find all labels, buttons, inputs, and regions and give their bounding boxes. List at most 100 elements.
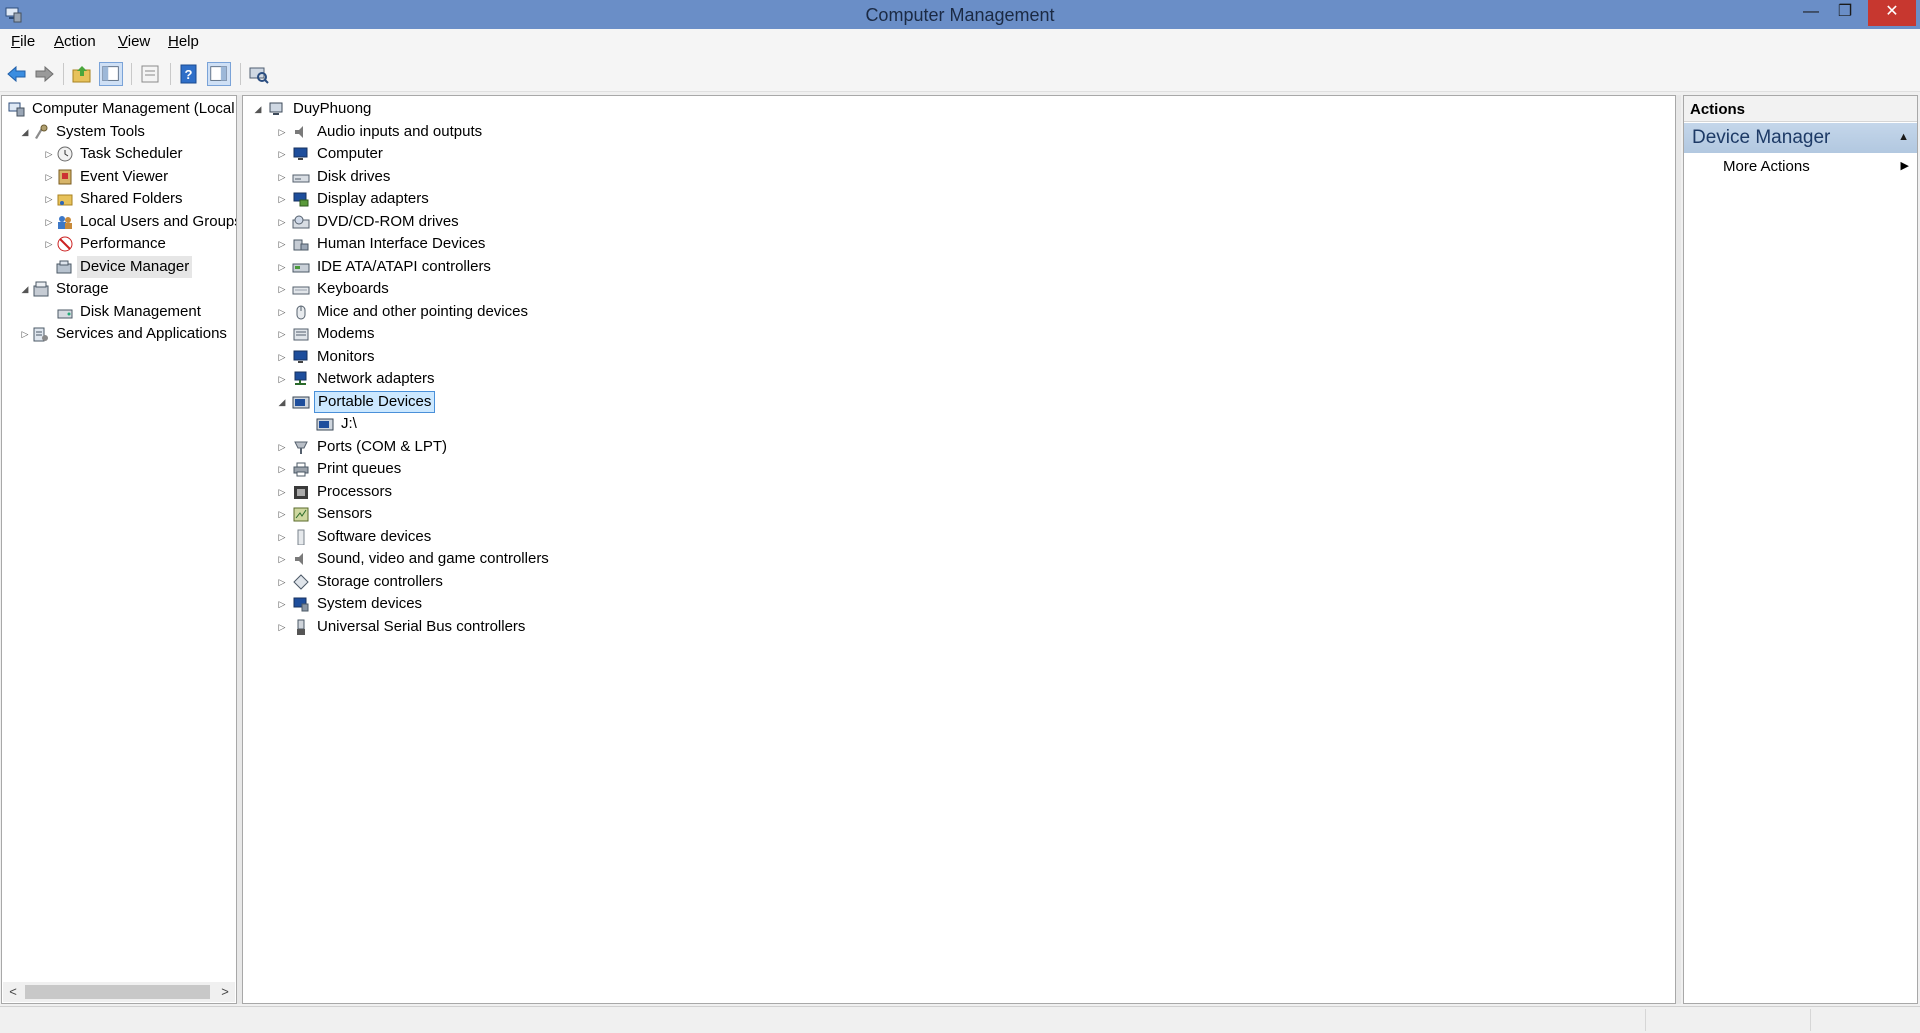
expand-triangle-icon[interactable]: ▷: [44, 166, 54, 188]
forward-arrow-icon[interactable]: [32, 62, 56, 86]
expand-triangle-icon[interactable]: ▷: [277, 278, 287, 300]
console-tree-item[interactable]: ▷ Local Users and Groups: [2, 211, 236, 233]
console-tree-item[interactable]: ▷ Services and Applications: [2, 323, 236, 345]
up-folder-icon[interactable]: [70, 62, 94, 86]
device-category[interactable]: ◢ Portable Devices: [243, 390, 1643, 413]
console-tree-item[interactable]: ◢ Storage: [2, 278, 236, 300]
device-tree-root[interactable]: ◢ DuyPhuong: [243, 98, 1643, 120]
pane-splitter[interactable]: [1676, 95, 1681, 1004]
console-tree-label: System Tools: [56, 122, 145, 140]
console-tree-item[interactable]: Disk Management: [2, 301, 236, 323]
console-tree-item[interactable]: Computer Management (Local: [2, 98, 236, 120]
expand-triangle-icon[interactable]: ▷: [277, 436, 287, 458]
expand-triangle-icon[interactable]: ▷: [277, 616, 287, 638]
collapse-up-icon[interactable]: ▲: [1898, 131, 1909, 143]
disk-drive-icon: [292, 169, 310, 185]
console-tree-item[interactable]: ◢ System Tools: [2, 121, 236, 143]
minimize-button[interactable]: —: [1796, 0, 1826, 26]
printer-icon: [292, 461, 310, 477]
menu-help-label: elp: [178, 33, 199, 50]
actions-section-device-manager[interactable]: Device Manager ▲: [1684, 123, 1917, 153]
expand-triangle-icon[interactable]: ▷: [277, 593, 287, 615]
device-category[interactable]: ▷ Human Interface Devices: [243, 233, 1643, 255]
expand-triangle-icon[interactable]: ▷: [277, 481, 287, 503]
device-category[interactable]: ▷ System devices: [243, 593, 1643, 615]
scroll-right-icon[interactable]: >: [217, 982, 233, 1002]
expand-triangle-icon[interactable]: ▷: [277, 346, 287, 368]
properties-icon[interactable]: [138, 62, 162, 86]
close-button[interactable]: ✕: [1868, 0, 1916, 26]
expand-triangle-icon[interactable]: ▷: [20, 323, 30, 345]
expand-triangle-icon[interactable]: ▷: [277, 166, 287, 188]
device-category[interactable]: ▷ Storage controllers: [243, 571, 1643, 593]
device-category[interactable]: ▷ IDE ATA/ATAPI controllers: [243, 256, 1643, 278]
menu-file[interactable]: File: [11, 33, 35, 50]
port-icon: [292, 439, 310, 455]
help-icon[interactable]: ?: [177, 62, 201, 86]
menu-help-accesskey: H: [168, 33, 179, 50]
expand-triangle-icon[interactable]: ▷: [277, 323, 287, 345]
collapse-triangle-icon[interactable]: ◢: [20, 121, 30, 143]
expand-triangle-icon[interactable]: ▷: [277, 256, 287, 278]
menu-view[interactable]: View: [118, 33, 150, 50]
expand-triangle-icon[interactable]: ▷: [277, 548, 287, 570]
expand-triangle-icon[interactable]: ▷: [277, 143, 287, 165]
more-actions-item[interactable]: More Actions ▶: [1684, 156, 1917, 178]
console-tree-item[interactable]: ▷ Event Viewer: [2, 166, 236, 188]
device-category[interactable]: ▷ Sensors: [243, 503, 1643, 525]
actions-section-title: Device Manager: [1692, 127, 1831, 148]
device-category[interactable]: ▷ Mice and other pointing devices: [243, 301, 1643, 323]
expand-triangle-icon[interactable]: ▷: [277, 301, 287, 323]
console-tree-item[interactable]: ▷ Performance: [2, 233, 236, 255]
expand-triangle-icon[interactable]: ▷: [277, 571, 287, 593]
device-category[interactable]: ▷ Universal Serial Bus controllers: [243, 616, 1643, 638]
back-arrow-icon[interactable]: [5, 62, 29, 86]
collapse-triangle-icon[interactable]: ◢: [277, 391, 287, 413]
scan-hardware-icon[interactable]: [246, 62, 270, 86]
console-tree-label: Shared Folders: [80, 190, 183, 207]
svg-text:?: ?: [185, 67, 193, 82]
device-category[interactable]: ▷ Monitors: [243, 346, 1643, 368]
expand-triangle-icon[interactable]: ▷: [277, 211, 287, 233]
system-tools-icon: [32, 124, 50, 140]
expand-triangle-icon[interactable]: ▷: [44, 233, 54, 255]
expand-triangle-icon[interactable]: ▷: [44, 188, 54, 210]
device-category[interactable]: ▷ Network adapters: [243, 368, 1643, 390]
device-category[interactable]: ▷ Modems: [243, 323, 1643, 345]
device-category[interactable]: ▷ Disk drives: [243, 166, 1643, 188]
scrollbar-thumb[interactable]: [25, 985, 210, 999]
console-tree-label: Task Scheduler: [80, 145, 183, 162]
expand-triangle-icon[interactable]: ▷: [277, 188, 287, 210]
console-tree-item[interactable]: Device Manager: [2, 255, 236, 278]
device-category[interactable]: ▷ Keyboards: [243, 278, 1643, 300]
device-category[interactable]: ▷ Processors: [243, 481, 1643, 503]
device-category[interactable]: ▷ Display adapters: [243, 188, 1643, 210]
device-category[interactable]: J:\: [243, 413, 1643, 435]
console-tree-item[interactable]: ▷ Task Scheduler: [2, 143, 236, 165]
device-category[interactable]: ▷ Print queues: [243, 458, 1643, 480]
device-category[interactable]: ▷ Ports (COM & LPT): [243, 436, 1643, 458]
device-category[interactable]: ▷ Computer: [243, 143, 1643, 165]
expand-triangle-icon[interactable]: ▷: [277, 458, 287, 480]
expand-triangle-icon[interactable]: ▷: [44, 143, 54, 165]
collapse-triangle-icon[interactable]: ◢: [253, 98, 263, 120]
horizontal-scrollbar[interactable]: < >: [3, 982, 235, 1002]
scroll-left-icon[interactable]: <: [5, 982, 21, 1002]
maximize-button[interactable]: ❐: [1830, 0, 1860, 26]
menu-help[interactable]: Help: [168, 33, 199, 50]
expand-triangle-icon[interactable]: ▷: [277, 121, 287, 143]
expand-triangle-icon[interactable]: ▷: [277, 233, 287, 255]
collapse-triangle-icon[interactable]: ◢: [20, 278, 30, 300]
device-category[interactable]: ▷ Sound, video and game controllers: [243, 548, 1643, 570]
device-category[interactable]: ▷ DVD/CD-ROM drives: [243, 211, 1643, 233]
show-hide-action-pane-icon[interactable]: [207, 62, 231, 86]
device-category[interactable]: ▷ Audio inputs and outputs: [243, 121, 1643, 143]
expand-triangle-icon[interactable]: ▷: [44, 211, 54, 233]
menu-action[interactable]: Action: [54, 33, 96, 50]
expand-triangle-icon[interactable]: ▷: [277, 368, 287, 390]
expand-triangle-icon[interactable]: ▷: [277, 526, 287, 548]
device-category[interactable]: ▷ Software devices: [243, 526, 1643, 548]
console-tree-item[interactable]: ▷ Shared Folders: [2, 188, 236, 210]
expand-triangle-icon[interactable]: ▷: [277, 503, 287, 525]
show-hide-console-tree-icon[interactable]: [99, 62, 123, 86]
